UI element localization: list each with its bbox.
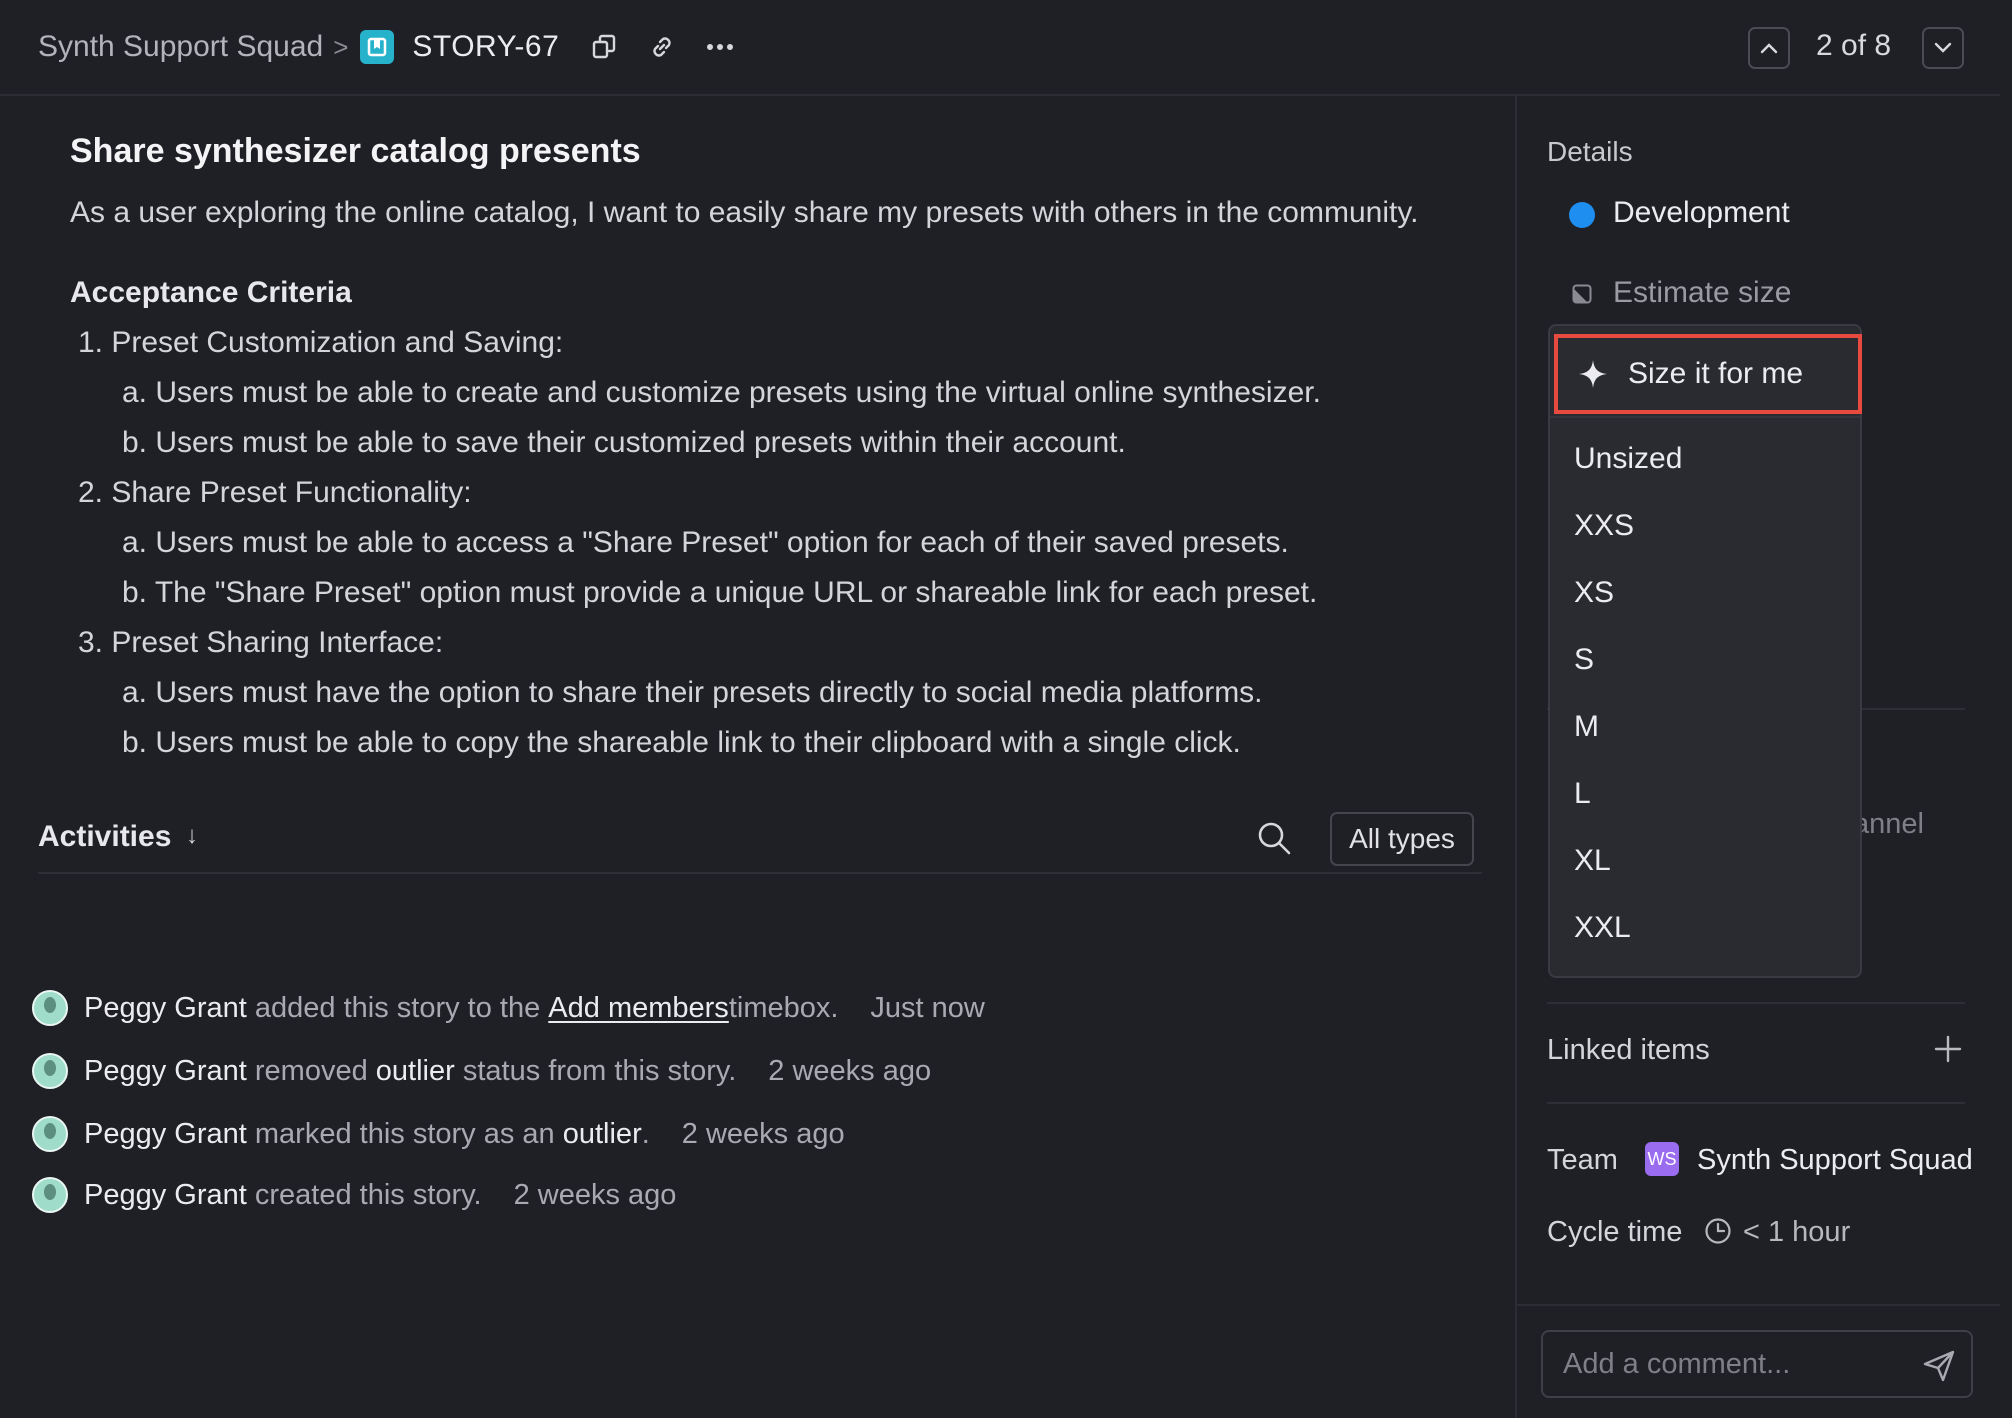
story-main-panel: Share synthesizer catalog presents As a … bbox=[0, 96, 1515, 1418]
next-story-button[interactable] bbox=[1922, 27, 1964, 69]
team-badge: WS bbox=[1645, 1142, 1679, 1176]
activity-user[interactable]: Peggy Grant bbox=[84, 1055, 247, 1088]
activity-time: 2 weeks ago bbox=[513, 1178, 677, 1211]
criteria-subitem: a. Users must be able to create and cust… bbox=[122, 376, 1321, 409]
size-option-s[interactable]: S bbox=[1574, 643, 1594, 677]
activity-user[interactable]: Peggy Grant bbox=[84, 1179, 247, 1212]
criteria-subitem: a. Users must have the option to share t… bbox=[122, 676, 1263, 709]
cycle-time-label: Cycle time bbox=[1547, 1216, 1683, 1248]
activity-link[interactable]: Add members bbox=[548, 992, 729, 1025]
activity-type-filter[interactable]: All types bbox=[1330, 812, 1474, 866]
sidebar-divider bbox=[1547, 1102, 1965, 1104]
breadcrumb-separator: > bbox=[333, 31, 349, 62]
criteria-subitem: b. Users must be able to save their cust… bbox=[122, 426, 1126, 459]
chevron-up-icon bbox=[1760, 43, 1778, 54]
dropdown-divider bbox=[1550, 416, 1860, 418]
activity-row: Peggy Grant created this story. 2 weeks … bbox=[32, 1177, 676, 1213]
activity-row: Peggy Grant added this story to the Add … bbox=[32, 990, 985, 1026]
search-icon[interactable] bbox=[1254, 818, 1294, 858]
add-linked-item-icon[interactable] bbox=[1933, 1034, 1963, 1064]
team-label: Team bbox=[1547, 1144, 1618, 1176]
chevron-down-icon bbox=[1934, 42, 1952, 53]
activity-time: 2 weeks ago bbox=[768, 1054, 932, 1087]
size-option-xxs[interactable]: XXS bbox=[1574, 509, 1634, 543]
activity-row: Peggy Grant removed outlier status from … bbox=[32, 1053, 931, 1089]
activities-heading: Activities bbox=[38, 820, 172, 853]
comment-input[interactable] bbox=[1541, 1330, 1973, 1398]
linked-items-label: Linked items bbox=[1547, 1034, 1710, 1066]
content-divider bbox=[38, 872, 1482, 874]
avatar[interactable] bbox=[32, 1116, 68, 1152]
size-option-xl[interactable]: XL bbox=[1574, 844, 1611, 878]
activity-time: Just now bbox=[870, 991, 985, 1024]
activity-text: marked this story as an bbox=[246, 1117, 563, 1150]
activity-text: . bbox=[641, 1117, 650, 1150]
story-title[interactable]: Share synthesizer catalog presents bbox=[70, 132, 641, 171]
status-dot-icon bbox=[1569, 202, 1595, 228]
activity-text: status from this story. bbox=[454, 1054, 737, 1087]
story-position: 2 of 8 bbox=[1816, 29, 1892, 62]
sort-arrow-icon[interactable]: ↓ bbox=[186, 822, 198, 850]
details-heading: Details bbox=[1547, 136, 1633, 167]
activity-text: removed bbox=[246, 1054, 376, 1087]
send-icon[interactable] bbox=[1921, 1348, 1957, 1384]
avatar[interactable] bbox=[32, 1177, 68, 1213]
activity-status: outlier bbox=[562, 1117, 642, 1150]
avatar[interactable] bbox=[32, 990, 68, 1026]
criteria-item: 3. Preset Sharing Interface: bbox=[78, 626, 444, 659]
size-option-xs[interactable]: XS bbox=[1574, 576, 1614, 610]
size-option-unsized[interactable]: Unsized bbox=[1574, 442, 1682, 476]
activity-status: outlier bbox=[375, 1054, 455, 1087]
acceptance-criteria-heading: Acceptance Criteria bbox=[70, 276, 352, 309]
activity-text: created this story. bbox=[246, 1178, 482, 1211]
size-it-for-me-option[interactable]: Size it for me bbox=[1554, 334, 1862, 414]
size-option-m[interactable]: M bbox=[1574, 710, 1599, 744]
activity-user[interactable]: Peggy Grant bbox=[84, 992, 247, 1025]
story-description[interactable]: As a user exploring the online catalog, … bbox=[70, 196, 1418, 230]
team-name[interactable]: Synth Support Squad bbox=[1697, 1144, 1973, 1177]
breadcrumb-team[interactable]: Synth Support Squad bbox=[38, 30, 323, 64]
criteria-subitem: b. Users must be able to copy the sharea… bbox=[122, 726, 1241, 759]
sidebar-divider bbox=[1547, 1002, 1965, 1004]
estimate-size-field[interactable]: Estimate size bbox=[1613, 276, 1791, 310]
previous-story-button[interactable] bbox=[1748, 27, 1790, 69]
size-option-xxl[interactable]: XXL bbox=[1574, 911, 1631, 945]
activity-user[interactable]: Peggy Grant bbox=[84, 1118, 247, 1151]
estimate-icon bbox=[1572, 284, 1592, 304]
criteria-item: 2. Share Preset Functionality: bbox=[78, 476, 472, 509]
comment-area bbox=[1517, 1304, 2000, 1418]
criteria-item: 1. Preset Customization and Saving: bbox=[78, 326, 564, 359]
copy-icon[interactable] bbox=[587, 30, 621, 64]
size-option-l[interactable]: L bbox=[1574, 777, 1591, 811]
avatar[interactable] bbox=[32, 1053, 68, 1089]
link-icon[interactable] bbox=[645, 30, 679, 64]
estimate-size-dropdown: Size it for me Unsized XXS XS S M L XL X… bbox=[1548, 324, 1862, 978]
activity-text: timebox. bbox=[728, 991, 839, 1024]
sparkle-icon bbox=[1579, 360, 1607, 388]
story-id: STORY-67 bbox=[412, 30, 560, 63]
top-bar: Synth Support Squad > STORY-67 2 of 8 bbox=[0, 0, 2000, 96]
criteria-subitem: b. The "Share Preset" option must provid… bbox=[122, 576, 1318, 609]
size-it-for-me-label: Size it for me bbox=[1628, 357, 1804, 390]
activity-row: Peggy Grant marked this story as an outl… bbox=[32, 1116, 845, 1152]
workflow-status[interactable]: Development bbox=[1613, 196, 1790, 230]
obscured-field-text: annel bbox=[1853, 808, 1924, 840]
cycle-time-value: < 1 hour bbox=[1743, 1216, 1851, 1248]
criteria-subitem: a. Users must be able to access a "Share… bbox=[122, 526, 1289, 559]
activity-time: 2 weeks ago bbox=[681, 1117, 845, 1150]
story-type-icon bbox=[360, 30, 395, 64]
clock-icon bbox=[1705, 1218, 1731, 1244]
more-icon[interactable] bbox=[703, 30, 737, 64]
activity-text: added this story to the bbox=[246, 991, 549, 1024]
